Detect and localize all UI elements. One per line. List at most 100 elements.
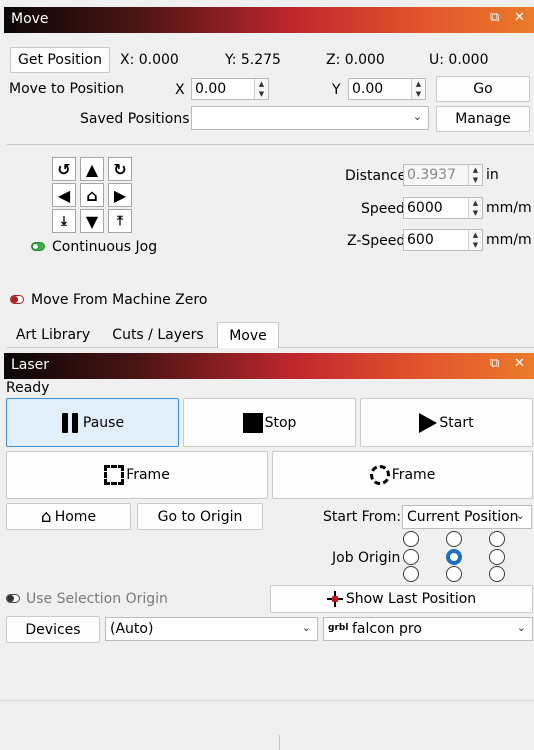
x-position-spinbox[interactable]: 0.00 ▲ ▼ [191, 78, 269, 100]
z-speed-unit: mm/m [486, 232, 532, 248]
device-value: falcon pro [352, 621, 422, 637]
restore-icon[interactable]: ⧉ [490, 10, 499, 25]
job-origin-center[interactable] [446, 549, 462, 565]
y-readout: Y: 5.275 [225, 52, 281, 68]
move-panel-title: Move [11, 11, 49, 27]
restore-icon[interactable]: ⧉ [490, 356, 499, 371]
frame-circle-label: Frame [391, 467, 436, 483]
x-position-value: 0.00 [195, 81, 227, 97]
bottom-splitter [279, 735, 280, 750]
tab-move[interactable]: Move [217, 322, 279, 348]
distance-spin-arrows[interactable]: ▲ ▼ [468, 165, 482, 185]
go-button[interactable]: Go [436, 76, 530, 102]
job-origin-middle-right[interactable] [489, 549, 505, 565]
home-icon: ⌂ [40, 506, 52, 527]
move-to-position-label: Move to Position [9, 81, 125, 97]
start-from-combo[interactable]: Current Position ⌄ [402, 505, 532, 529]
rotate-cw-icon[interactable]: ↻ [108, 157, 132, 181]
chevron-down-icon: ⌄ [412, 110, 422, 123]
arrow-down-icon[interactable]: ▼ [80, 209, 104, 233]
spin-down-icon[interactable]: ▼ [412, 89, 425, 99]
job-origin-bottom-left[interactable] [403, 566, 419, 582]
stop-icon [242, 412, 263, 433]
use-selection-origin-label: Use Selection Origin [26, 591, 168, 607]
frame-rect-button[interactable]: Frame [6, 451, 268, 499]
home-icon[interactable]: ⌂ [80, 183, 104, 207]
x-readout: X: 0.000 [120, 52, 179, 68]
job-origin-bottom-center[interactable] [446, 566, 462, 582]
z-up-icon[interactable]: ⤒ [108, 209, 132, 233]
job-origin-top-right[interactable] [489, 531, 505, 547]
stop-label: Stop [264, 414, 297, 431]
z-speed-spin-arrows[interactable]: ▲ ▼ [468, 230, 482, 250]
arrow-left-icon[interactable]: ◀ [52, 183, 76, 207]
z-speed-spinbox[interactable]: 600 ▲ ▼ [403, 229, 483, 251]
continuous-jog-label: Continuous Jog [52, 239, 158, 255]
start-from-value: Current Position [407, 509, 519, 525]
spin-up-icon[interactable]: ▲ [469, 165, 482, 175]
get-position-button[interactable]: Get Position [10, 47, 110, 73]
job-origin-top-center[interactable] [446, 531, 462, 547]
close-icon[interactable]: ✕ [514, 10, 525, 25]
arrow-up-icon[interactable]: ▲ [80, 157, 104, 181]
stop-button[interactable]: Stop [183, 398, 356, 447]
spin-up-icon[interactable]: ▲ [469, 198, 482, 208]
go-to-origin-button[interactable]: Go to Origin [137, 503, 263, 530]
job-origin-bottom-right[interactable] [489, 566, 505, 582]
chevron-down-icon: ⌄ [301, 621, 311, 634]
spin-up-icon[interactable]: ▲ [255, 79, 268, 89]
move-from-machine-zero-label: Move From Machine Zero [31, 292, 208, 308]
pause-label: Pause [82, 414, 125, 431]
show-last-position-label: Show Last Position [345, 591, 477, 607]
y-spin-arrows[interactable]: ▲ ▼ [411, 79, 425, 99]
job-origin-middle-left[interactable] [403, 549, 419, 565]
u-readout: U: 0.000 [429, 52, 489, 68]
saved-positions-combo[interactable]: ⌄ [191, 106, 429, 130]
device-combo[interactable]: grbl falcon pro ⌄ [323, 617, 533, 641]
y-position-spinbox[interactable]: 0.00 ▲ ▼ [348, 78, 426, 100]
z-speed-label: Z-Speed [347, 233, 406, 249]
x-spin-arrows[interactable]: ▲ ▼ [254, 79, 268, 99]
devices-button[interactable]: Devices [6, 616, 100, 643]
start-label: Start [439, 414, 474, 431]
home-button[interactable]: ⌂ Home [6, 503, 131, 530]
start-icon [419, 412, 438, 433]
arrow-right-icon[interactable]: ▶ [108, 183, 132, 207]
chevron-down-icon: ⌄ [515, 509, 525, 522]
show-last-position-button[interactable]: Show Last Position [270, 585, 533, 613]
spin-down-icon[interactable]: ▼ [469, 240, 482, 250]
spin-up-icon[interactable]: ▲ [412, 79, 425, 89]
distance-spinbox[interactable]: 0.3937 ▲ ▼ [403, 164, 483, 186]
pause-button[interactable]: Pause [6, 398, 179, 447]
port-combo[interactable]: (Auto) ⌄ [105, 617, 318, 641]
chevron-down-icon: ⌄ [516, 621, 526, 634]
tab-cuts-layers[interactable]: Cuts / Layers [100, 322, 216, 348]
z-down-icon[interactable]: ⤓ [52, 209, 76, 233]
home-label: Home [54, 508, 97, 525]
distance-unit: in [486, 167, 499, 183]
spin-down-icon[interactable]: ▼ [469, 175, 482, 185]
speed-spinbox[interactable]: 6000 ▲ ▼ [403, 197, 483, 219]
distance-label: Distance [345, 168, 407, 184]
pause-icon [61, 412, 79, 433]
start-button[interactable]: Start [360, 398, 533, 447]
close-icon[interactable]: ✕ [514, 356, 525, 371]
continuous-jog-toggle[interactable] [31, 242, 45, 251]
laser-panel-title: Laser [11, 357, 50, 373]
spin-up-icon[interactable]: ▲ [469, 230, 482, 240]
spin-down-icon[interactable]: ▼ [255, 89, 268, 99]
manage-button[interactable]: Manage [436, 106, 530, 132]
job-origin-top-left[interactable] [403, 531, 419, 547]
crosshair-icon [326, 591, 343, 607]
use-selection-origin-toggle[interactable] [6, 594, 20, 603]
spin-down-icon[interactable]: ▼ [469, 208, 482, 218]
tab-art-library[interactable]: Art Library [7, 322, 99, 348]
job-origin-label: Job Origin [332, 550, 401, 566]
speed-spin-arrows[interactable]: ▲ ▼ [468, 198, 482, 218]
frame-rect-label: Frame [126, 467, 170, 483]
move-from-machine-zero-toggle[interactable] [10, 295, 24, 304]
rotate-ccw-icon[interactable]: ↺ [52, 157, 76, 181]
frame-circle-button[interactable]: Frame [272, 451, 533, 499]
divider [7, 144, 534, 145]
frame-circle-icon [369, 465, 390, 485]
